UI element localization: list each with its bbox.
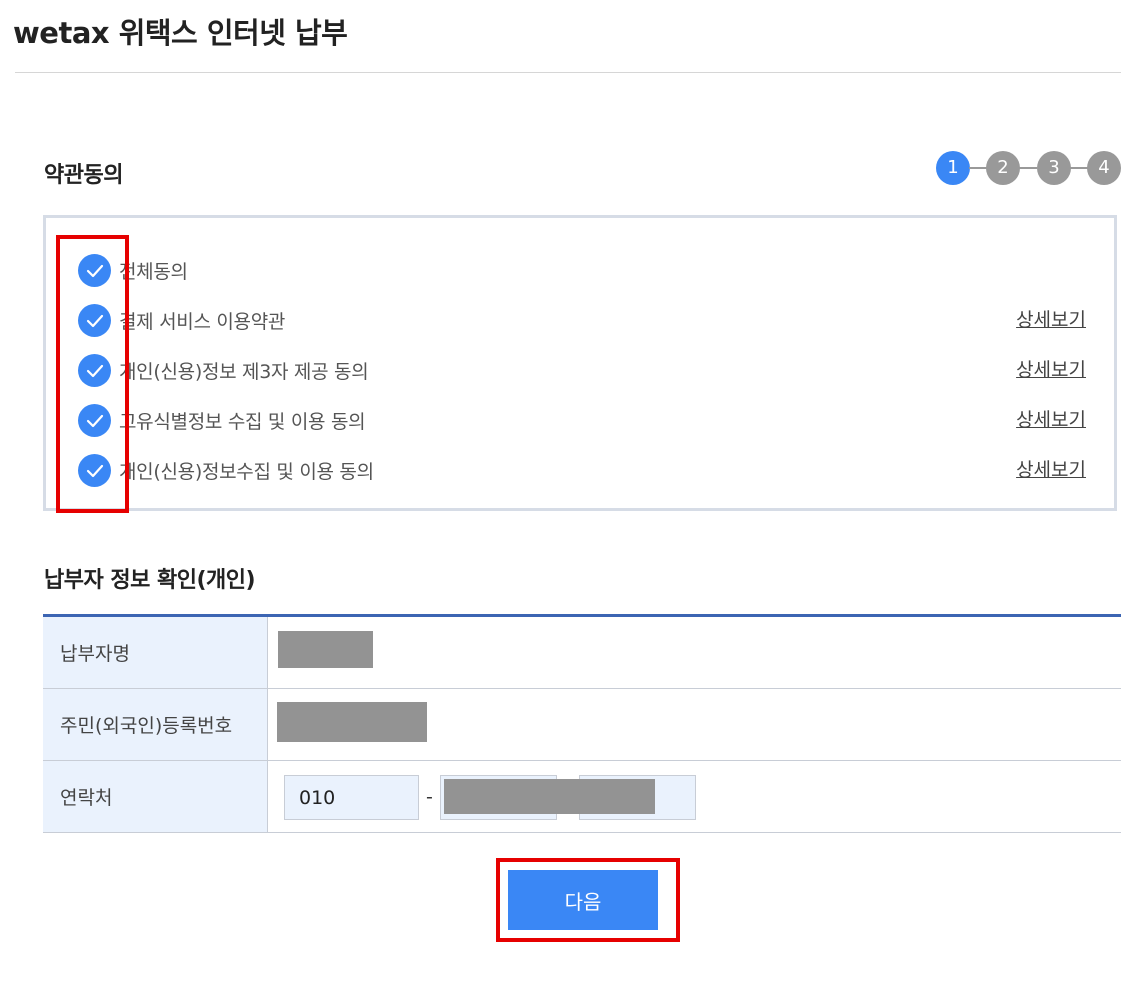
step-connector bbox=[969, 167, 987, 169]
view-details-link[interactable]: 상세보기 bbox=[1016, 355, 1086, 382]
redacted-registration-value bbox=[277, 702, 427, 742]
term-row-unique-id: 고유식별정보 수집 및 이용 동의 상세보기 bbox=[46, 404, 1114, 444]
table-row-registration-number: 주민(외국인)등록번호 bbox=[43, 689, 1121, 761]
term-row-personal-info: 개인(신용)정보수집 및 이용 동의 상세보기 bbox=[46, 454, 1114, 494]
step-connector bbox=[1070, 167, 1088, 169]
view-details-link[interactable]: 상세보기 bbox=[1016, 405, 1086, 432]
term-label: 전체동의 bbox=[119, 261, 188, 283]
payer-info-table: 납부자명 주민(외국인)등록번호 연락처 010 - bbox=[43, 614, 1121, 833]
term-label: 개인(신용)정보 제3자 제공 동의 bbox=[119, 361, 369, 383]
payer-section-title: 납부자 정보 확인(개인) bbox=[44, 568, 256, 593]
checkbox-checked-icon[interactable] bbox=[78, 304, 111, 337]
term-row-payment-service: 결제 서비스 이용약관 상세보기 bbox=[46, 304, 1114, 344]
next-button[interactable]: 다음 bbox=[508, 870, 658, 930]
table-header-cell: 연락처 bbox=[43, 761, 268, 832]
terms-section-title: 약관동의 bbox=[44, 163, 123, 188]
term-label: 개인(신용)정보수집 및 이용 동의 bbox=[119, 461, 374, 483]
table-header-cell: 주민(외국인)등록번호 bbox=[43, 689, 268, 760]
view-details-link[interactable]: 상세보기 bbox=[1016, 455, 1086, 482]
step-2: 2 bbox=[986, 151, 1020, 185]
title-divider bbox=[15, 72, 1121, 73]
step-connector bbox=[1019, 167, 1037, 169]
view-details-link[interactable]: 상세보기 bbox=[1016, 305, 1086, 332]
checkbox-checked-icon[interactable] bbox=[78, 354, 111, 387]
checkbox-checked-icon[interactable] bbox=[78, 454, 111, 487]
phone-separator: - bbox=[426, 786, 433, 808]
term-label: 고유식별정보 수집 및 이용 동의 bbox=[119, 411, 366, 433]
step-4: 4 bbox=[1087, 151, 1121, 185]
checkbox-checked-icon[interactable] bbox=[78, 254, 111, 287]
page-title: wetax 위택스 인터넷 납부 bbox=[13, 16, 348, 50]
term-label: 결제 서비스 이용약관 bbox=[119, 311, 286, 333]
table-header-cell: 납부자명 bbox=[43, 617, 268, 688]
redacted-name-value bbox=[278, 631, 373, 668]
term-row-third-party: 개인(신용)정보 제3자 제공 동의 상세보기 bbox=[46, 354, 1114, 394]
step-3: 3 bbox=[1037, 151, 1071, 185]
table-row-payer-name: 납부자명 bbox=[43, 617, 1121, 689]
step-1: 1 bbox=[936, 151, 970, 185]
checkbox-checked-icon[interactable] bbox=[78, 404, 111, 437]
term-row-all-agree: 전체동의 bbox=[46, 254, 1114, 294]
redacted-phone-value bbox=[444, 779, 655, 814]
table-row-phone: 연락처 010 - bbox=[43, 761, 1121, 833]
terms-agreement-box: 전체동의 결제 서비스 이용약관 상세보기 개인(신용)정보 제3자 제공 동의… bbox=[43, 215, 1117, 511]
phone-prefix-input[interactable]: 010 bbox=[284, 775, 419, 820]
